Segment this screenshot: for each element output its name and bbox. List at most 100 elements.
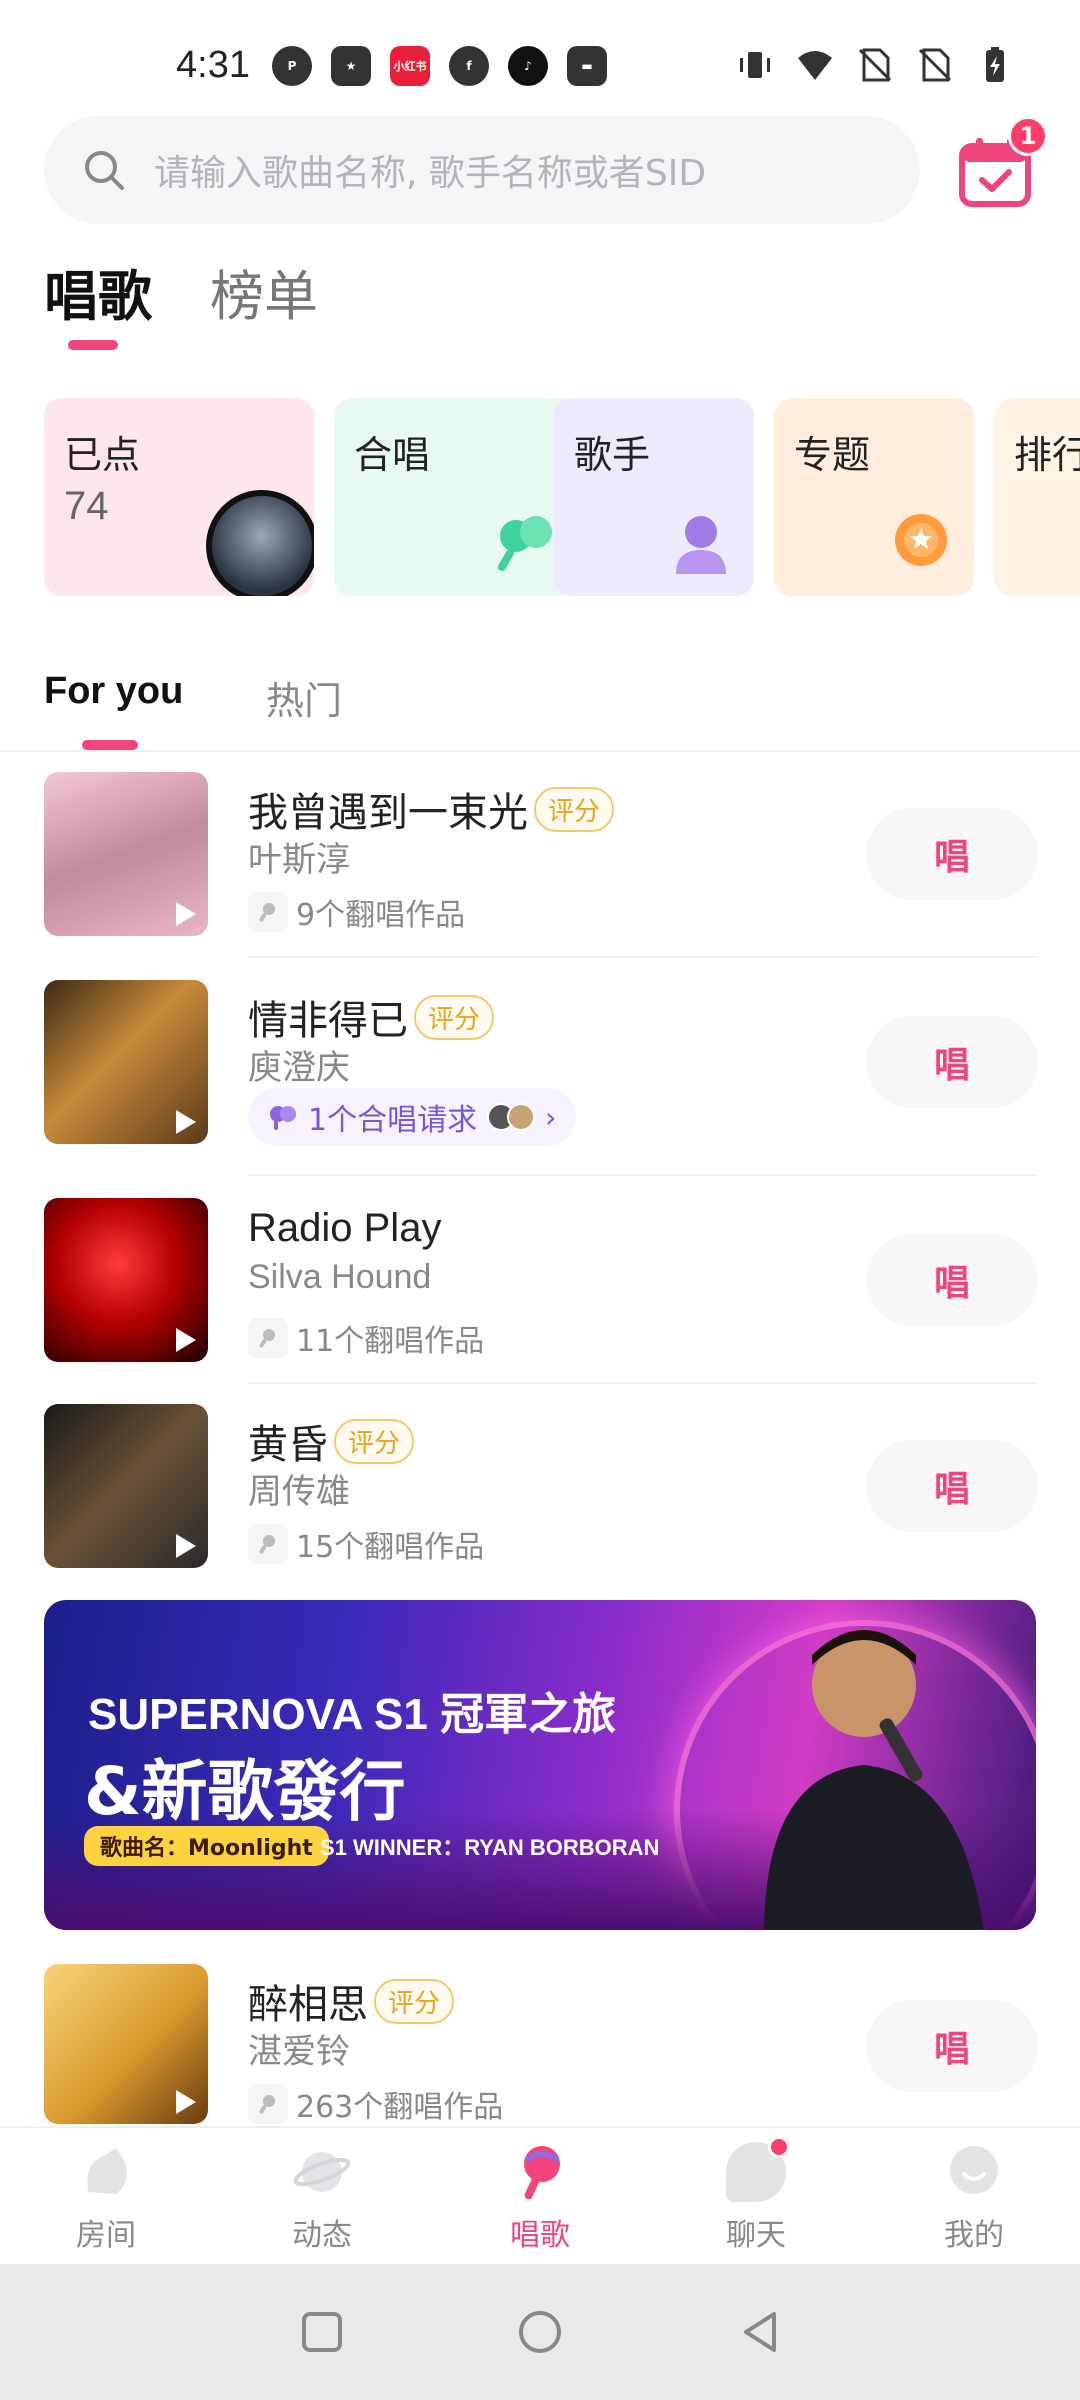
card-requested[interactable]: 已点 74: [44, 398, 314, 596]
wallet-icon: ▬: [567, 46, 607, 86]
nav-chat[interactable]: 聊天: [686, 2136, 826, 2254]
planet-icon: [293, 2152, 351, 2192]
song-title: 情非得已: [248, 998, 408, 1044]
sing-button[interactable]: 唱: [866, 2000, 1038, 2092]
sing-button[interactable]: 唱: [866, 808, 1038, 900]
card-chorus[interactable]: 合唱: [334, 398, 578, 596]
card-topics[interactable]: 专题: [774, 398, 974, 596]
card-singers[interactable]: 歌手: [554, 398, 754, 596]
song-cover[interactable]: [44, 1964, 208, 2124]
chorus-request-text: 1个合唱请求: [308, 1103, 478, 1138]
notification-icons: P ★ 小红书 f ♪ ▬: [272, 46, 607, 86]
cover-count[interactable]: 11个翻唱作品: [248, 1316, 484, 1360]
divider: [0, 750, 1080, 752]
tab-hot[interactable]: 热门: [266, 670, 342, 725]
battery-charging-icon: [986, 47, 1004, 82]
song-title: Radio Play: [248, 1206, 442, 1250]
profile-icon: [950, 2146, 998, 2194]
search-placeholder: 请输入歌曲名称, 歌手名称或者SID: [154, 153, 707, 194]
system-icons: [736, 46, 1014, 84]
vibrate-icon: [740, 52, 770, 78]
nav-label: 聊天: [726, 2218, 786, 2253]
song-title: 我曾遇到一束光: [248, 790, 528, 836]
system-nav-bar: [0, 2264, 1080, 2400]
song-title-row: 我曾遇到一束光 评分: [248, 780, 615, 838]
search-input[interactable]: 请输入歌曲名称, 歌手名称或者SID: [44, 116, 920, 224]
sing-button[interactable]: 唱: [866, 1016, 1038, 1108]
promo-banner[interactable]: SUPERNOVA S1 冠軍之旅 &新歌發行 歌曲名：Moonlight S1…: [44, 1600, 1036, 1930]
tab-for-you[interactable]: For you: [44, 670, 183, 713]
sub-tab-indicator: [82, 740, 138, 750]
cover-count-text: 15个翻唱作品: [296, 1530, 485, 1565]
notification-dot: [768, 2136, 790, 2158]
cover-count-text: 9个翻唱作品: [296, 898, 466, 933]
song-artist: 叶斯淳: [248, 840, 350, 880]
tiktok-icon: ♪: [508, 46, 548, 86]
mic-icon: [524, 2146, 560, 2200]
rate-badge: 评分: [414, 994, 495, 1040]
nav-profile[interactable]: 我的: [904, 2142, 1044, 2254]
chevron-right-icon: ›: [545, 1100, 557, 1134]
song-cover[interactable]: [44, 772, 208, 936]
card-count: 74: [64, 484, 109, 528]
card-title: 专题: [794, 433, 871, 477]
requester-avatars: [487, 1103, 536, 1131]
mic-small-icon: [248, 1524, 288, 1564]
sing-button[interactable]: 唱: [866, 1440, 1038, 1532]
chorus-request-pill[interactable]: 1个合唱请求 ›: [248, 1088, 577, 1146]
nav-label: 房间: [76, 2218, 136, 2253]
sing-button[interactable]: 唱: [866, 1234, 1038, 1326]
status-time: 4:31: [176, 44, 250, 86]
cover-count[interactable]: 263个翻唱作品: [248, 2082, 503, 2126]
card-title: 合唱: [354, 433, 431, 477]
banner-song-label: 歌曲名：Moonlight: [84, 1826, 329, 1866]
home-icon[interactable]: [516, 2308, 564, 2356]
song-cover[interactable]: [44, 1198, 208, 1362]
song-title-row: 醉相思 评分: [248, 1972, 455, 2030]
cover-count-text: 11个翻唱作品: [296, 1324, 485, 1359]
song-row[interactable]: Radio Play Silva Hound 11个翻唱作品 唱: [0, 1198, 1080, 1388]
song-title: 黄昏: [248, 1422, 328, 1468]
song-row[interactable]: 黄昏 评分 周传雄 15个翻唱作品 唱: [0, 1404, 1080, 1594]
banner-subtitle: &新歌發行: [84, 1753, 406, 1830]
medal-icon: [895, 514, 947, 566]
category-cards: 已点 74 合唱 歌手 专题 排行: [44, 398, 1080, 596]
song-title-row: Radio Play: [248, 1206, 441, 1251]
nav-sing[interactable]: 唱歌: [470, 2142, 610, 2254]
back-icon[interactable]: [736, 2308, 784, 2356]
song-row[interactable]: 情非得已 评分 庾澄庆 1个合唱请求 › 唱: [0, 980, 1080, 1170]
singer-avatar: [206, 490, 314, 596]
cover-count[interactable]: 9个翻唱作品: [248, 890, 465, 934]
song-artist: 湛爱铃: [248, 2032, 350, 2072]
facebook-icon: f: [449, 46, 489, 86]
song-cover[interactable]: [44, 1404, 208, 1568]
song-title-row: 情非得已 评分: [248, 988, 495, 1046]
card-title: 已点: [64, 433, 141, 477]
mic-small-icon: [248, 892, 288, 932]
song-title-row: 黄昏 评分: [248, 1412, 415, 1470]
status-bar: 4:31 P ★ 小红书 f ♪ ▬: [0, 0, 1080, 130]
play-icon: [176, 1110, 196, 1134]
tab-charts[interactable]: 榜单: [210, 252, 318, 331]
no-sim-icon: [858, 48, 892, 82]
divider: [248, 1382, 1038, 1384]
song-artist: Silva Hound: [248, 1258, 432, 1296]
card-ranking[interactable]: 排行: [994, 398, 1080, 596]
p-app-icon: P: [272, 46, 312, 86]
cover-count[interactable]: 15个翻唱作品: [248, 1522, 484, 1566]
song-title: 醉相思: [248, 1982, 368, 2028]
rate-badge: 评分: [374, 1978, 455, 2024]
xiaohongshu-icon: 小红书: [390, 46, 430, 86]
cover-count-text: 263个翻唱作品: [296, 2090, 504, 2125]
song-cover[interactable]: [44, 980, 208, 1144]
nav-feed[interactable]: 动态: [252, 2142, 392, 2254]
avatar: [507, 1103, 536, 1131]
tab-sing[interactable]: 唱歌: [44, 252, 152, 331]
song-row[interactable]: 我曾遇到一束光 评分 叶斯淳 9个翻唱作品 唱: [0, 772, 1080, 962]
chat-icon: [726, 2136, 790, 2202]
chorus-mic-icon: [497, 516, 552, 571]
nav-room[interactable]: 房间: [36, 2142, 176, 2254]
no-sim-icon: [918, 48, 952, 82]
play-icon: [176, 1534, 196, 1558]
recents-icon[interactable]: [298, 2308, 346, 2356]
